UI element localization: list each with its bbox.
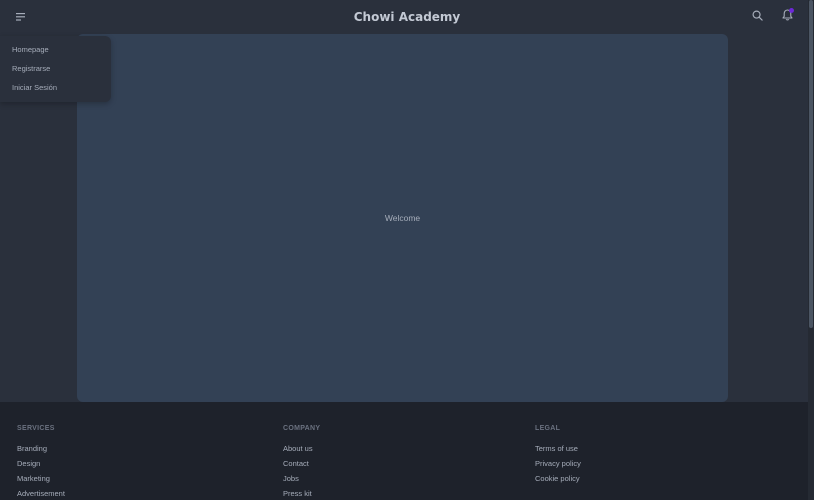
page-scrollbar[interactable] — [808, 0, 814, 500]
footer-link-design[interactable]: Design — [17, 456, 65, 471]
footer-link-contact[interactable]: Contact — [283, 456, 320, 471]
footer-title-services: SERVICES — [17, 425, 55, 432]
nav-dropdown-menu: Homepage Registrarse Iniciar Sesión — [0, 36, 111, 102]
search-button[interactable] — [744, 4, 770, 30]
footer-link-marketing[interactable]: Marketing — [17, 471, 65, 486]
footer: SERVICES Branding Design Marketing Adver… — [0, 402, 808, 500]
brand-title[interactable]: Chowi Academy — [354, 10, 461, 24]
footer-link-branding[interactable]: Branding — [17, 441, 65, 456]
hero-card: Welcome — [77, 34, 728, 402]
footer-column-company: COMPANY About us Contact Jobs Press kit — [283, 425, 320, 500]
footer-link-cookie-policy[interactable]: Cookie policy — [535, 471, 581, 486]
footer-link-advertisement[interactable]: Advertisement — [17, 486, 65, 500]
menu-item-homepage[interactable]: Homepage — [0, 40, 111, 59]
hero-welcome-text: Welcome — [384, 213, 421, 223]
footer-link-press-kit[interactable]: Press kit — [283, 486, 320, 500]
footer-column-legal: LEGAL Terms of use Privacy policy Cookie… — [535, 425, 581, 486]
menu-button[interactable] — [8, 4, 34, 30]
footer-title-legal: LEGAL — [535, 425, 561, 432]
footer-link-jobs[interactable]: Jobs — [283, 471, 320, 486]
scrollbar-thumb[interactable] — [809, 0, 813, 328]
menu-item-registrarse[interactable]: Registrarse — [0, 59, 111, 78]
notification-badge — [789, 8, 794, 13]
search-icon — [752, 8, 763, 26]
footer-link-about-us[interactable]: About us — [283, 441, 320, 456]
menu-icon — [16, 8, 26, 26]
menu-item-iniciar-sesion[interactable]: Iniciar Sesión — [0, 78, 111, 97]
footer-link-privacy-policy[interactable]: Privacy policy — [535, 456, 581, 471]
footer-column-services: SERVICES Branding Design Marketing Adver… — [17, 425, 65, 500]
notification-button[interactable] — [774, 4, 800, 30]
footer-link-terms-of-use[interactable]: Terms of use — [535, 441, 581, 456]
footer-title-company: COMPANY — [283, 425, 321, 432]
